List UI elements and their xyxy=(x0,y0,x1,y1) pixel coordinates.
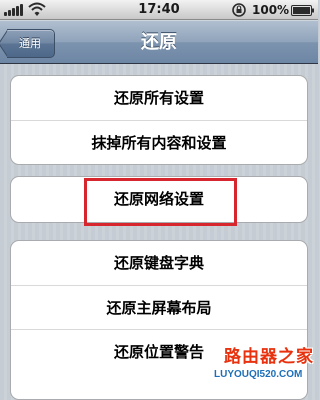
battery-icon xyxy=(291,5,314,16)
watermark-url: LUYOUQI520.COM xyxy=(214,369,303,380)
reset-group-general: 还原所有设置 抹掉所有内容和设置 xyxy=(10,75,308,165)
page-title: 还原 xyxy=(141,32,177,53)
reset-home-screen-layout-cell[interactable]: 还原主屏幕布局 xyxy=(11,285,307,329)
reset-keyboard-dictionary-cell[interactable]: 还原键盘字典 xyxy=(11,241,307,285)
reset-group-network: 还原网络设置 xyxy=(10,176,308,223)
erase-all-content-cell[interactable]: 抹掉所有内容和设置 xyxy=(11,120,307,164)
status-bar: 17:40 100% xyxy=(0,0,318,20)
watermark-logo: 路由器之家 LUYOUQI520.COM xyxy=(212,340,316,388)
reset-network-settings-cell[interactable]: 还原网络设置 xyxy=(11,177,307,222)
watermark-title: 路由器之家 xyxy=(224,347,314,367)
rotation-lock-icon xyxy=(232,3,246,17)
reset-all-settings-cell[interactable]: 还原所有设置 xyxy=(11,76,307,120)
navigation-bar: 通用 还原 xyxy=(0,20,318,64)
battery-percentage: 100% xyxy=(252,3,290,17)
